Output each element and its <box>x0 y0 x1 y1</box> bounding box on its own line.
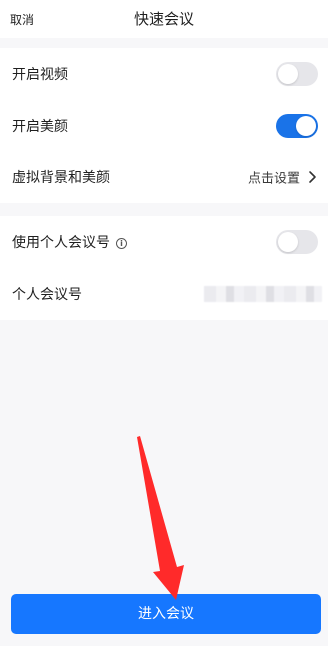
video-settings-section: 开启视频 开启美颜 虚拟背景和美颜 点击设置 <box>0 48 328 203</box>
video-toggle[interactable] <box>276 62 318 86</box>
personal-id-label: 个人会议号 <box>12 287 82 303</box>
toggle-knob <box>296 116 316 136</box>
personal-id-value-redacted <box>204 286 322 302</box>
beauty-toggle-row[interactable]: 开启美颜 <box>0 100 328 152</box>
virtual-background-label: 虚拟背景和美颜 <box>12 170 110 186</box>
join-meeting-button[interactable]: 进入会议 <box>11 594 321 634</box>
virtual-background-row[interactable]: 虚拟背景和美颜 点击设置 <box>0 151 328 203</box>
video-toggle-label: 开启视频 <box>12 67 68 83</box>
top-bar: 取消 快速会议 <box>0 0 328 38</box>
personal-meeting-section: 使用个人会议号 i 个人会议号 <box>0 216 328 320</box>
personal-id-row: 个人会议号 <box>0 268 328 320</box>
chevron-right-icon[interactable] <box>307 170 317 184</box>
toggle-knob <box>278 232 298 252</box>
personal-id-toggle-label: 使用个人会议号 i <box>12 232 127 252</box>
personal-id-toggle-row[interactable]: 使用个人会议号 i <box>0 216 328 268</box>
personal-id-toggle-text: 使用个人会议号 <box>12 235 110 251</box>
beauty-toggle[interactable] <box>276 114 318 138</box>
toggle-knob <box>278 64 298 84</box>
video-toggle-row[interactable]: 开启视频 <box>0 48 328 100</box>
personal-id-toggle[interactable] <box>276 230 318 254</box>
beauty-toggle-label: 开启美颜 <box>12 119 68 135</box>
virtual-background-value[interactable]: 点击设置 <box>248 168 300 187</box>
page-title: 快速会议 <box>133 10 194 28</box>
info-icon[interactable]: i <box>116 238 127 249</box>
